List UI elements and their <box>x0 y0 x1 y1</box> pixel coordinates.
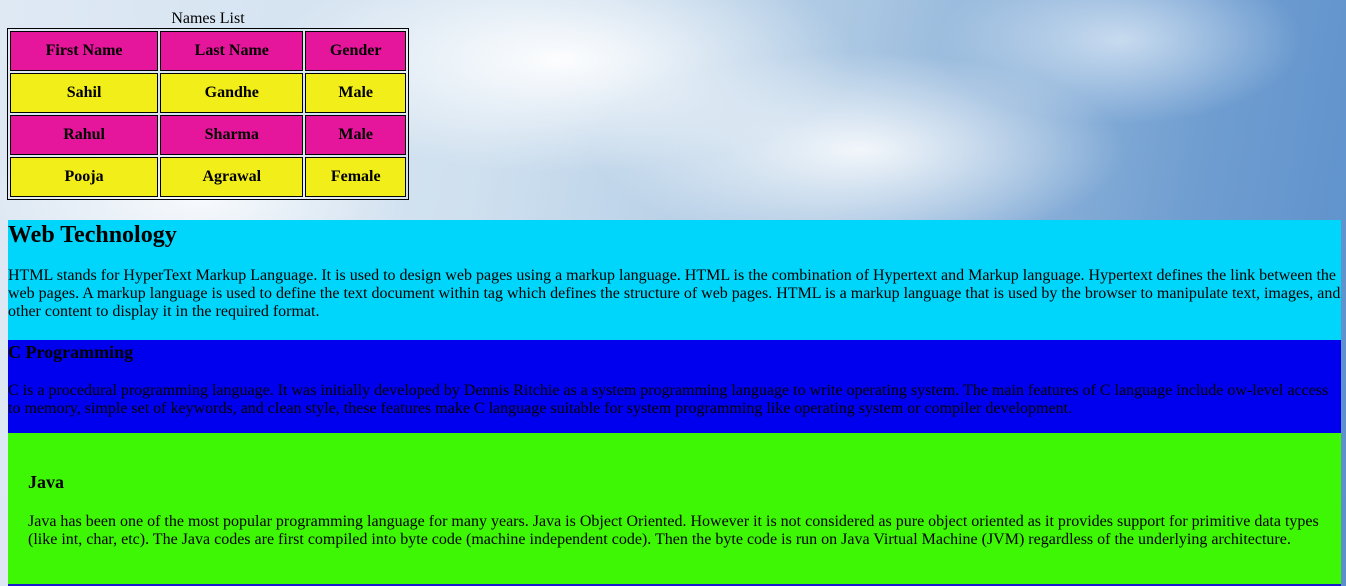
c-programming-text: C is a procedural programming language. … <box>8 382 1329 417</box>
table-row: Pooja Agrawal Female <box>10 157 406 197</box>
web-technology-section: Web Technology HTML stands for HyperText… <box>8 220 1341 340</box>
cell-gender: Female <box>305 157 406 197</box>
table-caption: Names List <box>171 10 245 27</box>
c-programming-section: C Programming C is a procedural programm… <box>8 340 1341 433</box>
table-row: Rahul Sharma Male <box>10 115 406 155</box>
cell-last-name: Agrawal <box>160 157 304 197</box>
names-table: First Name Last Name Gender Sahil Gandhe… <box>7 28 409 200</box>
cell-first-name: Sahil <box>10 73 159 113</box>
java-heading: Java <box>28 472 64 492</box>
names-table-container: Names List First Name Last Name Gender S… <box>7 9 409 200</box>
c-programming-heading: C Programming <box>8 342 134 362</box>
cell-first-name: Rahul <box>10 115 159 155</box>
web-technology-heading: Web Technology <box>8 222 177 248</box>
cell-first-name: Pooja <box>10 157 159 197</box>
cell-gender: Male <box>305 73 406 113</box>
java-text: Java has been one of the most popular pr… <box>28 513 1319 548</box>
header-last-name: Last Name <box>160 31 304 71</box>
cell-gender: Male <box>305 115 406 155</box>
header-first-name: First Name <box>10 31 159 71</box>
cell-last-name: Sharma <box>160 115 304 155</box>
table-header-row: First Name Last Name Gender <box>10 31 406 71</box>
table-row: Sahil Gandhe Male <box>10 73 406 113</box>
cell-last-name: Gandhe <box>160 73 304 113</box>
header-gender: Gender <box>305 31 406 71</box>
web-technology-text: HTML stands for HyperText Markup Languag… <box>8 267 1341 320</box>
java-section: Java Java has been one of the most popul… <box>8 433 1341 586</box>
